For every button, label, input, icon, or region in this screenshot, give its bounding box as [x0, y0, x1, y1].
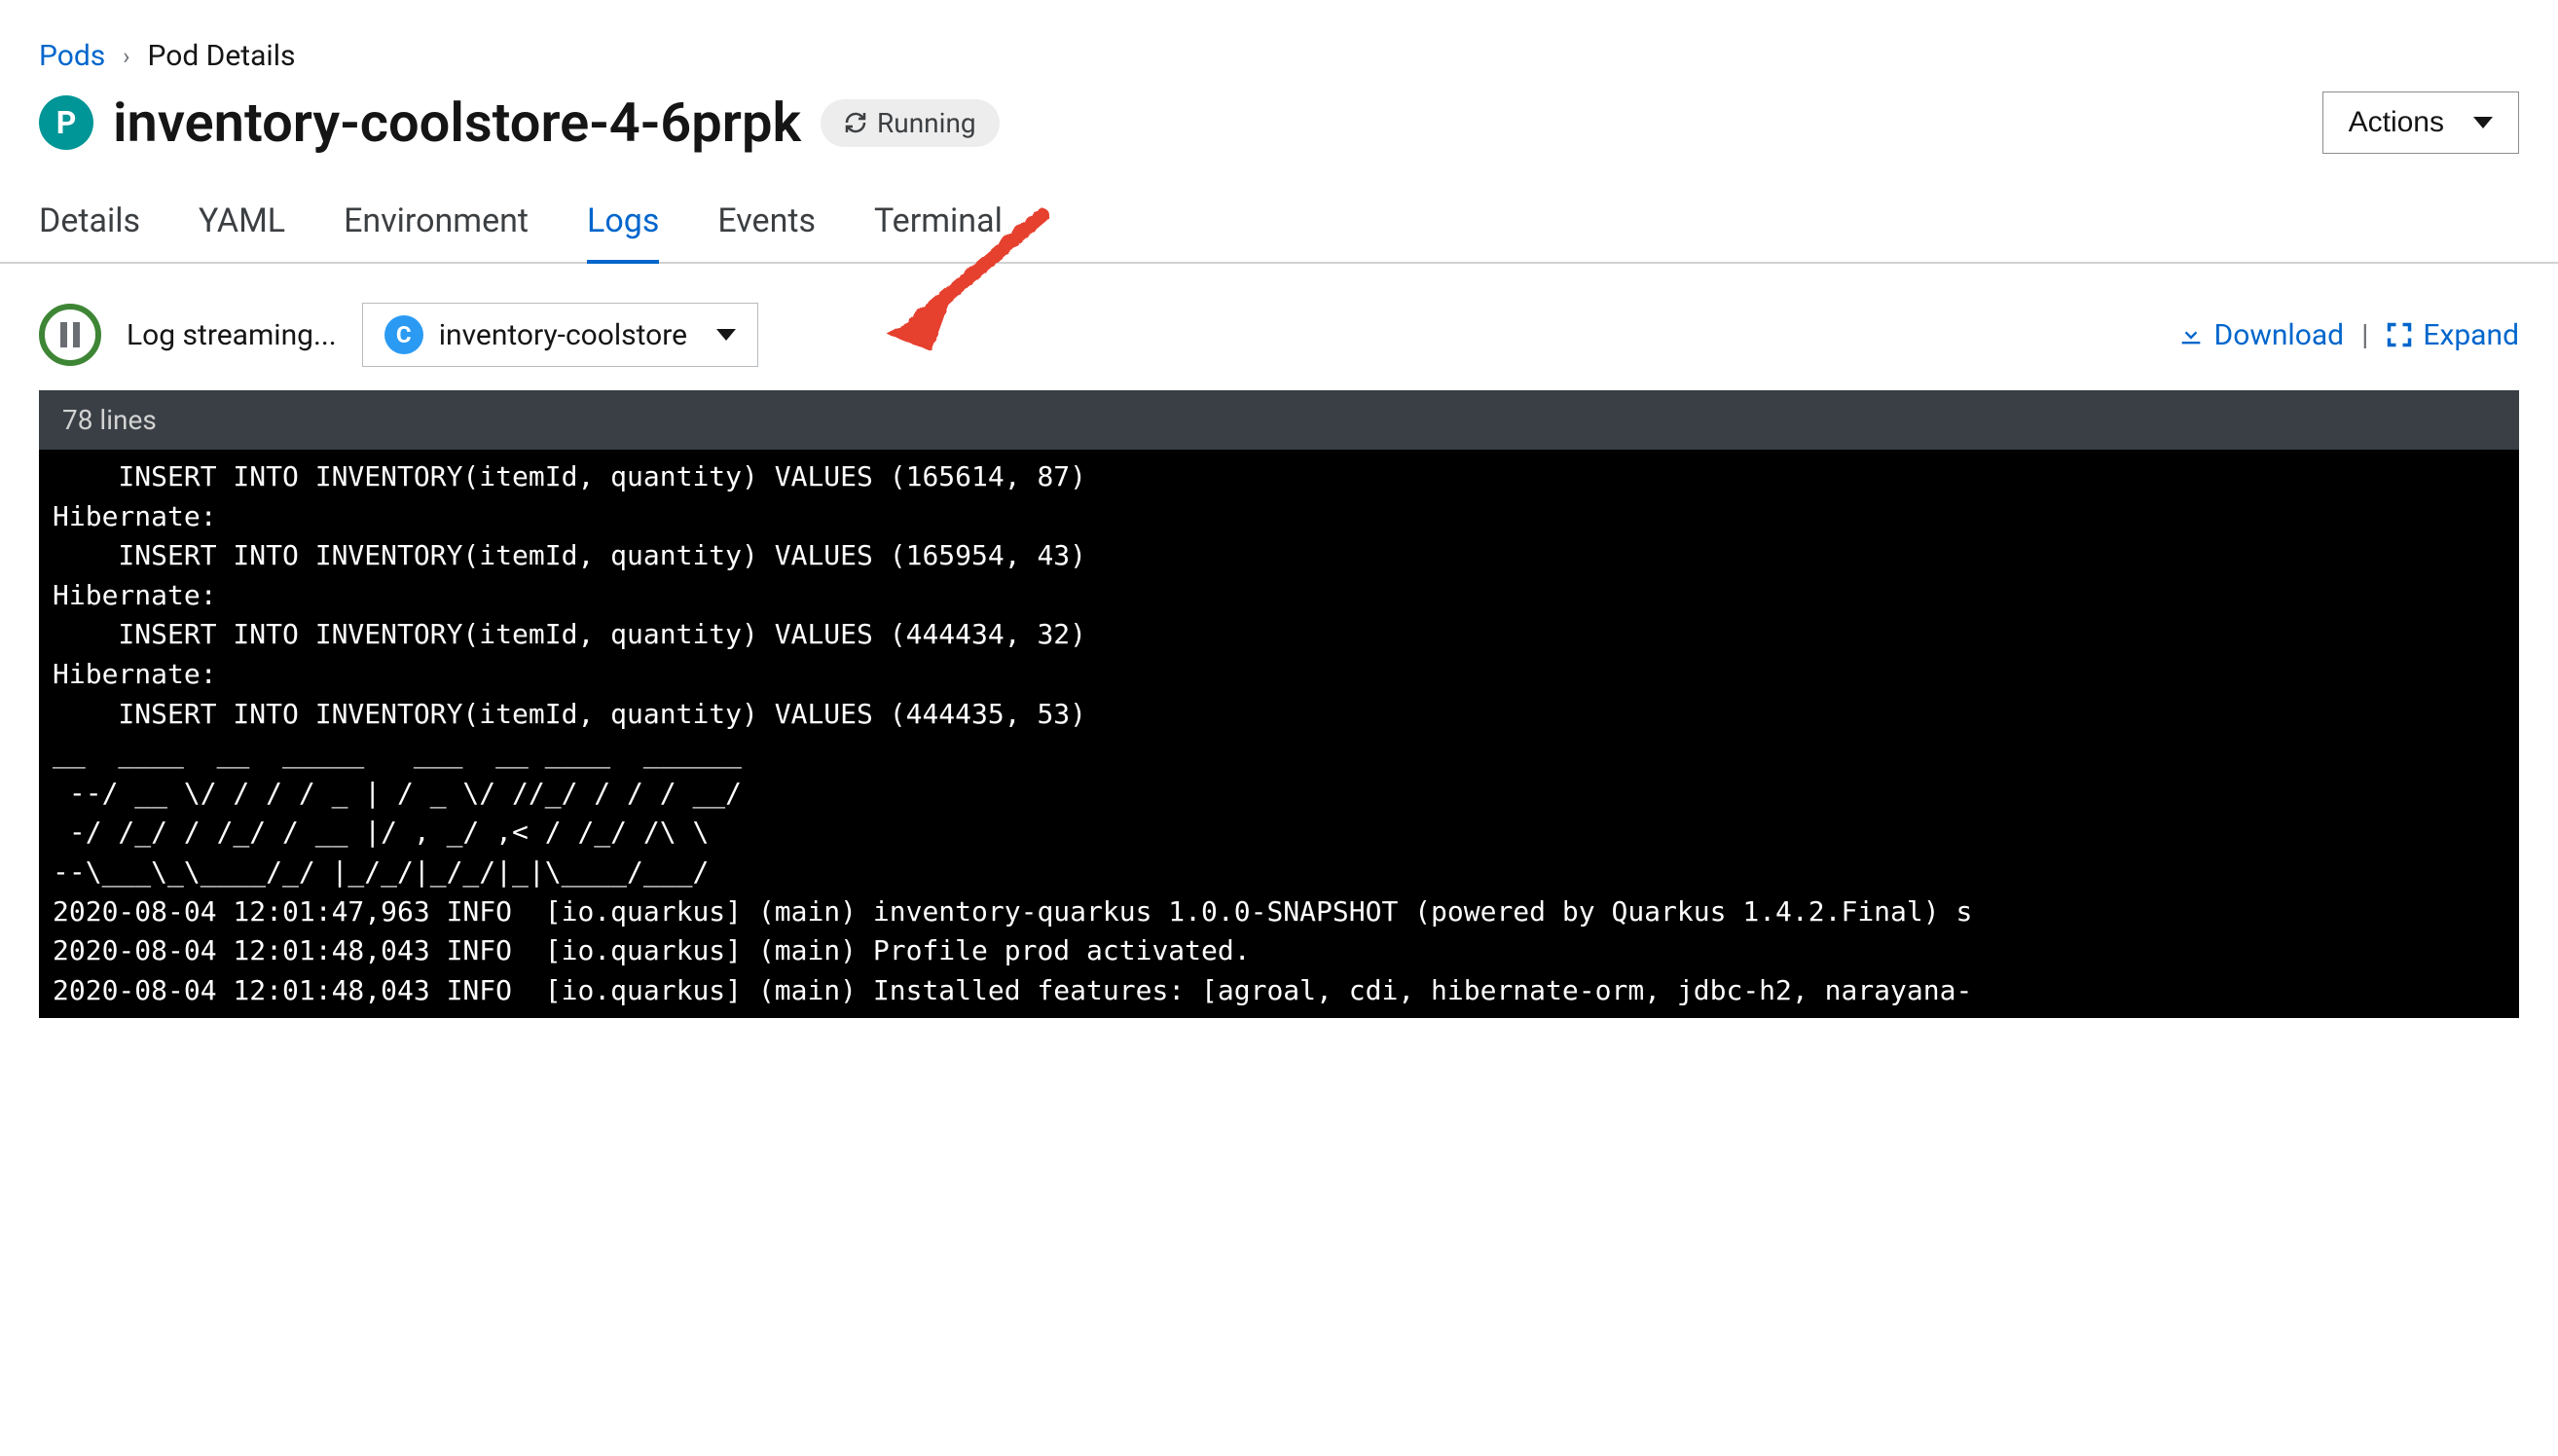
page-header: P inventory-coolstore-4-6prpk Running Ac… [0, 73, 2558, 184]
streaming-status-label: Log streaming... [127, 318, 337, 352]
expand-icon [2386, 321, 2413, 348]
breadcrumb: Pods › Pod Details [0, 0, 2558, 73]
log-line-count: 78 lines [39, 390, 2519, 450]
log-toolbar: Log streaming... C inventory-coolstore D… [0, 264, 2558, 390]
tabs: Details YAML Environment Logs Events Ter… [0, 184, 2558, 264]
tab-events[interactable]: Events [717, 184, 816, 264]
download-icon [2177, 321, 2205, 348]
caret-down-icon [2473, 117, 2493, 128]
breadcrumb-current: Pod Details [147, 39, 295, 73]
tab-details[interactable]: Details [39, 184, 140, 264]
tab-environment[interactable]: Environment [344, 184, 529, 264]
tab-terminal[interactable]: Terminal [874, 184, 1003, 264]
pod-name-title: inventory-coolstore-4-6prpk [113, 91, 801, 155]
log-content[interactable]: INSERT INTO INVENTORY(itemId, quantity) … [39, 450, 2519, 1018]
toolbar-divider: | [2361, 318, 2368, 352]
chevron-right-icon: › [123, 43, 129, 70]
tab-logs[interactable]: Logs [587, 184, 659, 264]
container-name: inventory-coolstore [439, 318, 687, 352]
sync-icon [844, 111, 867, 134]
breadcrumb-root-link[interactable]: Pods [39, 39, 105, 73]
title-group: P inventory-coolstore-4-6prpk Running [39, 91, 1000, 155]
pause-stream-button[interactable] [39, 304, 101, 366]
container-select[interactable]: C inventory-coolstore [362, 303, 758, 367]
status-text: Running [877, 107, 976, 139]
actions-dropdown[interactable]: Actions [2322, 91, 2519, 154]
pause-icon [60, 322, 80, 347]
caret-down-icon [716, 329, 736, 341]
status-badge: Running [821, 99, 1000, 147]
actions-label: Actions [2349, 106, 2444, 139]
pod-resource-badge: P [39, 95, 93, 150]
log-viewer: 78 lines INSERT INTO INVENTORY(itemId, q… [39, 390, 2519, 1018]
container-badge: C [384, 315, 423, 354]
download-log-link[interactable]: Download [2177, 318, 2345, 352]
tab-yaml[interactable]: YAML [199, 184, 285, 264]
expand-log-link[interactable]: Expand [2386, 318, 2519, 352]
